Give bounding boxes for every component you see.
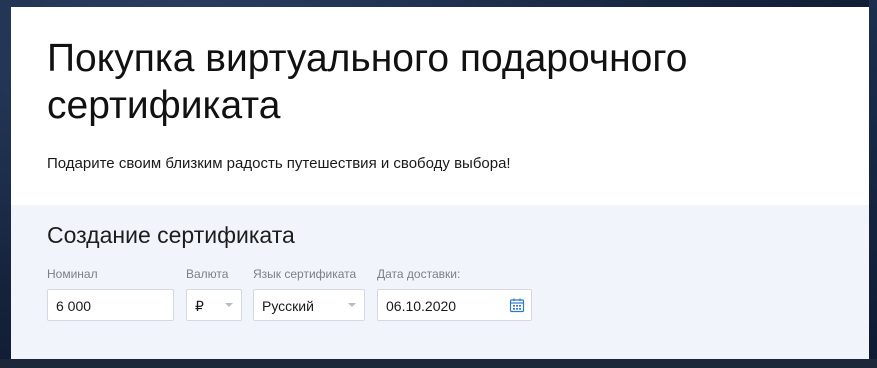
delivery-date-input[interactable]: 06.10.2020 [377, 289, 532, 321]
currency-value: ₽ [195, 298, 204, 314]
delivery-date-value: 06.10.2020 [386, 298, 457, 314]
language-select[interactable]: Русский [253, 289, 365, 321]
footer-bar [0, 359, 877, 368]
nominal-label: Номинал [47, 267, 98, 281]
chevron-down-icon [348, 303, 356, 307]
background-edge [869, 0, 877, 368]
nominal-value: 6 000 [56, 298, 92, 314]
page-subtitle: Подарите своим близким радость путешеств… [47, 155, 511, 172]
certificate-form: Создание сертификата Номинал 6 000 Валют… [11, 205, 869, 359]
chevron-down-icon [225, 303, 233, 307]
section-title: Создание сертификата [47, 222, 295, 248]
certificate-card: Покупка виртуального подарочного сертифи… [11, 7, 869, 359]
currency-select[interactable]: ₽ [186, 289, 242, 321]
language-label: Язык сертификата [253, 267, 357, 281]
page-title: Покупка виртуального подарочного сертифи… [47, 37, 688, 127]
calendar-icon[interactable] [509, 297, 525, 313]
nominal-input[interactable]: 6 000 [47, 289, 174, 321]
language-value: Русский [262, 298, 314, 314]
hero-section: Покупка виртуального подарочного сертифи… [11, 7, 869, 205]
currency-label: Валюта [186, 267, 229, 281]
delivery-date-label: Дата доставки: [377, 267, 461, 281]
